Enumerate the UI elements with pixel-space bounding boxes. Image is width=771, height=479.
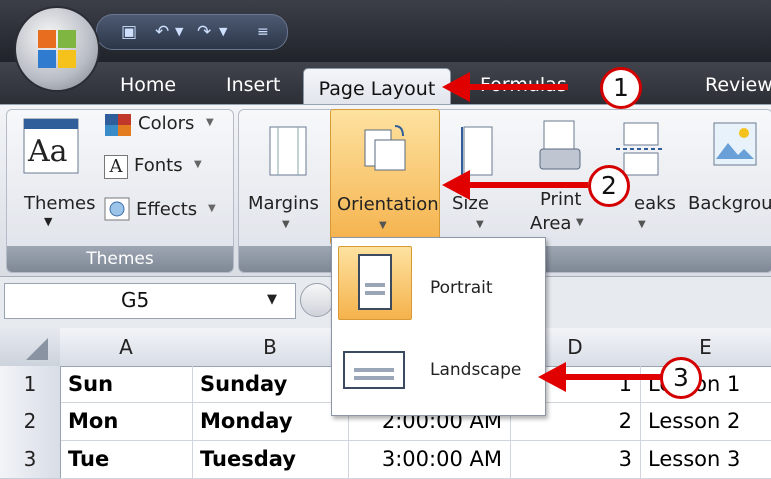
margins-icon: [269, 126, 307, 176]
insert-function-button[interactable]: [300, 283, 334, 317]
themes-dropdown-icon: ▼: [44, 215, 53, 228]
tab-insert[interactable]: Insert: [226, 62, 281, 106]
print-area-dropdown-icon: ▼: [576, 217, 584, 228]
office-button[interactable]: [16, 8, 98, 90]
row-header-1[interactable]: 1: [0, 366, 61, 403]
effects-button[interactable]: Effects: [136, 199, 197, 220]
colors-dropdown-icon: ▼: [206, 117, 214, 128]
undo-icon[interactable]: ↶: [155, 22, 169, 42]
orientation-menu: Portrait Landscape: [331, 237, 546, 416]
print-area-label-2: Area: [530, 213, 572, 234]
undo-dropdown-icon[interactable]: ▼: [175, 22, 183, 42]
name-box-value: G5: [121, 288, 150, 312]
office-logo-icon: [38, 30, 76, 68]
landscape-label: Landscape: [430, 360, 522, 380]
tab-review[interactable]: Review: [705, 62, 771, 106]
background-icon: [713, 122, 757, 166]
landscape-icon: [343, 351, 405, 389]
cell-b1[interactable]: Sunday: [192, 366, 349, 403]
effects-icon: [104, 197, 130, 221]
cell-b3[interactable]: Tuesday: [192, 440, 349, 479]
cell-a1[interactable]: Sun: [60, 366, 193, 403]
colors-icon: [105, 114, 131, 136]
step-2-arrow: [442, 170, 588, 200]
cell-e2[interactable]: Lesson 2: [640, 402, 771, 441]
fonts-icon: A: [104, 155, 128, 179]
landscape-icon-wrap: [338, 334, 410, 406]
column-header-b[interactable]: B: [192, 328, 349, 367]
portrait-label: Portrait: [430, 278, 493, 298]
redo-dropdown-icon[interactable]: ▼: [219, 22, 227, 42]
cell-d3[interactable]: 3: [510, 440, 641, 479]
background-button[interactable]: Backgrou: [688, 193, 771, 214]
select-all-icon: [26, 338, 48, 360]
tab-home[interactable]: Home: [120, 62, 176, 106]
effects-dropdown-icon: ▼: [208, 203, 216, 214]
margins-button[interactable]: Margins: [248, 193, 319, 214]
fonts-dropdown-icon: ▼: [194, 159, 202, 170]
svg-text:Aa: Aa: [27, 134, 68, 169]
save-icon[interactable]: ▣: [121, 22, 137, 42]
ribbon-tabs: Home Insert Page Layout Formulas Review: [0, 62, 771, 109]
cell-a2[interactable]: Mon: [60, 402, 193, 441]
row-header-2[interactable]: 2: [0, 402, 61, 441]
customize-icon[interactable]: ≡: [257, 22, 269, 42]
breaks-button[interactable]: eaks: [634, 193, 676, 214]
tab-page-layout[interactable]: Page Layout: [303, 68, 451, 109]
orientation-icon: [364, 125, 406, 171]
name-box[interactable]: G5 ▼: [4, 283, 296, 319]
breaks-dropdown-icon: ▼: [638, 219, 646, 230]
cell-b2[interactable]: Monday: [192, 402, 349, 441]
themes-icon[interactable]: Aa: [22, 117, 80, 175]
orientation-dropdown-icon: ▼: [379, 220, 387, 231]
menu-item-landscape[interactable]: Landscape: [332, 330, 545, 414]
quick-access-toolbar: ▣ ↶ ▼ ↷ ▼ ≡: [96, 14, 288, 50]
row-header-3[interactable]: 3: [0, 440, 61, 479]
cell-c3[interactable]: 3:00:00 AM: [348, 440, 511, 479]
portrait-icon: [358, 254, 392, 310]
step-3-callout: 3: [660, 357, 702, 399]
step-2-callout: 2: [588, 165, 630, 207]
redo-icon[interactable]: ↷: [197, 22, 211, 42]
orientation-button[interactable]: Orientation ▼: [330, 109, 440, 245]
step-3-arrow: [538, 362, 664, 392]
select-all-corner[interactable]: [0, 328, 61, 367]
portrait-highlight: [338, 246, 412, 320]
cell-e3[interactable]: Lesson 3: [640, 440, 771, 479]
column-header-a[interactable]: A: [60, 328, 193, 367]
fonts-button[interactable]: Fonts: [134, 155, 183, 176]
step-1-arrow: [442, 72, 568, 102]
name-box-dropdown-icon[interactable]: ▼: [267, 292, 277, 307]
menu-item-portrait[interactable]: Portrait: [332, 240, 545, 324]
colors-button[interactable]: Colors: [138, 113, 194, 134]
breaks-icon: [616, 122, 662, 176]
size-dropdown-icon: ▼: [476, 219, 484, 230]
step-1-callout: 1: [600, 67, 642, 109]
themes-button[interactable]: Themes: [24, 193, 95, 214]
cell-a3[interactable]: Tue: [60, 440, 193, 479]
margins-dropdown-icon: ▼: [282, 219, 290, 230]
group-label-themes: Themes: [7, 246, 233, 272]
orientation-label: Orientation: [337, 194, 439, 215]
